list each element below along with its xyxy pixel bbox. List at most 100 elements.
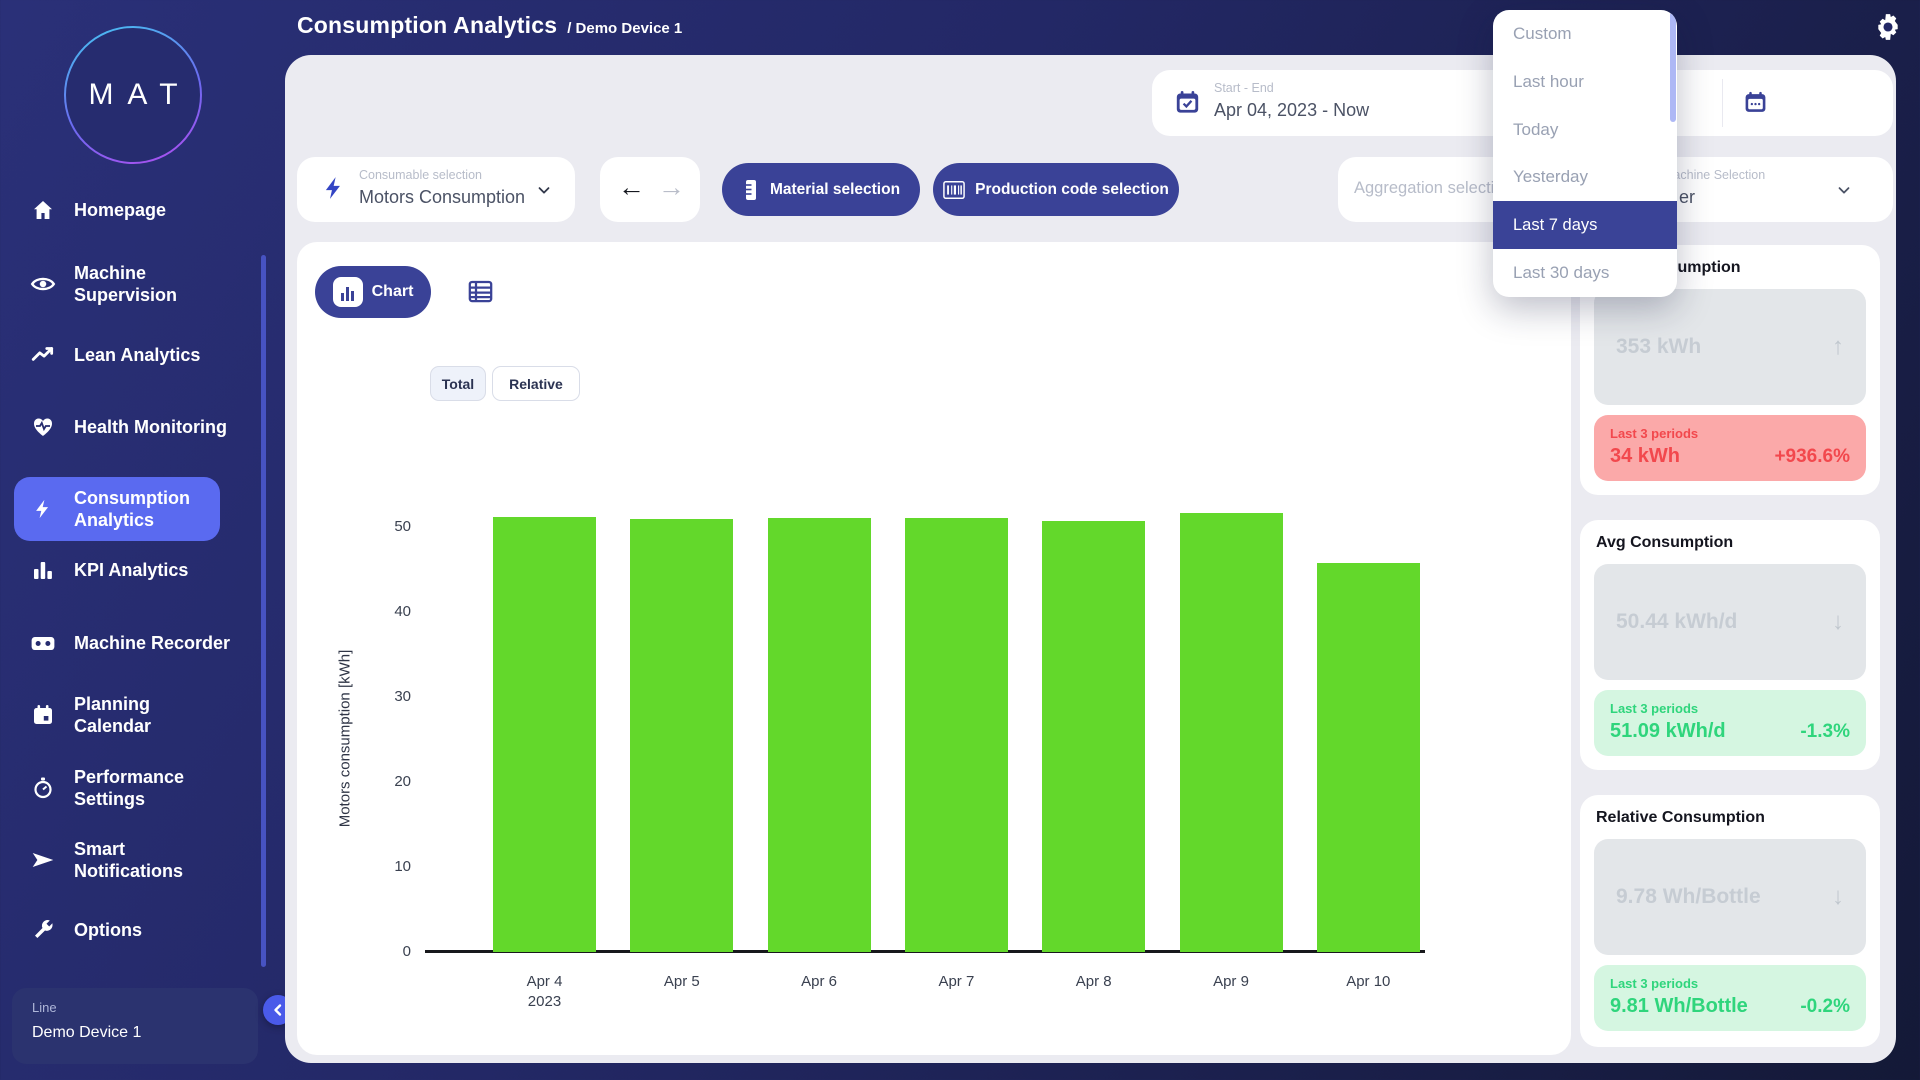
sidebar-scrollbar[interactable] (261, 255, 266, 967)
production-code-selection-button[interactable]: Production code selection (933, 163, 1179, 216)
barcode-icon (943, 180, 965, 200)
sidebar-item-planning-calendar[interactable]: Planning Calendar (30, 693, 244, 737)
recorder-icon (30, 630, 56, 656)
eye-icon (30, 271, 56, 297)
aggregation-selection-placeholder: Aggregation selection (1354, 179, 1513, 198)
dropdown-item-last-hour[interactable]: Last hour (1493, 58, 1677, 106)
bar-1[interactable] (493, 517, 596, 952)
sidebar-item-performance-settings[interactable]: Performance Settings (30, 766, 244, 810)
stat-title: Avg Consumption (1596, 534, 1733, 552)
sidebar-item-label: Machine Recorder (74, 632, 230, 654)
sidebar-item-machine-recorder[interactable]: Machine Recorder (30, 630, 244, 656)
dropdown-item-last-30-days[interactable]: Last 30 days (1493, 249, 1677, 297)
y-axis-tick: 40 (367, 603, 411, 620)
next-period-button[interactable]: → (658, 174, 685, 201)
x-axis-tick: Apr 7 (938, 972, 974, 992)
breadcrumb: / Demo Device 1 (567, 20, 682, 37)
consumable-selector-value: Motors Consumption (359, 187, 525, 208)
bar-6[interactable] (1180, 513, 1283, 952)
stat-period-label: Last 3 periods (1610, 701, 1698, 716)
home-icon (30, 197, 56, 223)
chart-view-label: Chart (372, 283, 414, 301)
machine-selector[interactable]: Machine Selection er (1649, 157, 1893, 222)
machine-selector-label: Machine Selection (1663, 168, 1765, 182)
stat-period-box: Last 3 periods 34 kWh +936.6% (1594, 415, 1866, 481)
stat-value-box: 9.78 Wh/Bottle (1594, 839, 1866, 955)
material-selection-button[interactable]: Material selection (722, 163, 920, 216)
dropdown-scrollbar[interactable] (1670, 12, 1676, 122)
machine-selector-value: er (1679, 187, 1695, 208)
sidebar-item-kpi-analytics[interactable]: KPI Analytics (30, 557, 244, 583)
lightning-icon (321, 175, 347, 206)
sidebar-item-label: Performance Settings (74, 766, 184, 810)
sidebar-item-smart-notifications[interactable]: Smart Notifications (30, 838, 244, 882)
stat-value: 50.44 kWh/d (1616, 610, 1737, 634)
sidebar-item-health-monitoring[interactable]: Health Monitoring (30, 414, 244, 440)
toggle-total[interactable]: Total (430, 366, 486, 401)
table-icon (467, 278, 494, 305)
sidebar-item-label: Machine Supervision (74, 262, 177, 306)
sidebar-item-label: Lean Analytics (74, 344, 200, 366)
logo-text: MAT (74, 78, 191, 112)
sidebar-item-label: Planning Calendar (74, 693, 151, 737)
stat-card-avg-consumption: Avg Consumption 50.44 kWh/d Last 3 perio… (1580, 520, 1880, 770)
bar-5[interactable] (1042, 521, 1145, 952)
x-axis-tick: Apr 4 2023 (527, 972, 563, 1012)
device-selector[interactable]: Line Demo Device 1 (12, 988, 258, 1064)
x-axis-tick: Apr 9 (1213, 972, 1249, 992)
dropdown-item-custom[interactable]: Custom (1493, 10, 1677, 58)
device-selector-value: Demo Device 1 (32, 1024, 141, 1042)
bar-7[interactable] (1317, 563, 1420, 952)
bar-2[interactable] (630, 519, 733, 953)
date-range-value[interactable]: Apr 04, 2023 - Now (1214, 100, 1369, 121)
bar-chart-icon (30, 557, 56, 583)
wrench-icon (30, 917, 56, 943)
period-nav: ← → (600, 157, 700, 222)
stat-title: Relative Consumption (1596, 809, 1765, 827)
dropdown-item-last-7-days[interactable]: Last 7 days (1493, 201, 1677, 249)
trend-line-icon (30, 342, 56, 368)
sidebar-item-machine-supervision[interactable]: Machine Supervision (30, 262, 244, 306)
settings-button[interactable] (1874, 13, 1902, 41)
consumable-selector[interactable]: Consumable selection Motors Consumption (297, 157, 575, 222)
chevron-left-icon (271, 1003, 285, 1017)
x-axis-tick: Apr 6 (801, 972, 837, 992)
production-code-selection-label: Production code selection (975, 181, 1169, 199)
divider (1722, 79, 1723, 127)
y-axis-tick: 50 (367, 518, 411, 535)
stat-period-box: Last 3 periods 9.81 Wh/Bottle -0.2% (1594, 965, 1866, 1031)
app-title: Consumption Analytics (297, 12, 557, 39)
send-icon (30, 847, 56, 873)
x-axis-tick: Apr 10 (1346, 972, 1390, 992)
sidebar-item-label: Consumption Analytics (74, 487, 190, 531)
bar-3[interactable] (768, 518, 871, 952)
gear-icon (1874, 13, 1902, 41)
stat-period-box: Last 3 periods 51.09 kWh/d -1.3% (1594, 690, 1866, 756)
calendar-check-icon (1174, 89, 1201, 121)
sidebar-item-consumption-analytics[interactable]: Consumption Analytics (14, 477, 220, 541)
stat-period-change: +936.6% (1774, 446, 1850, 468)
toggle-relative[interactable]: Relative (492, 366, 580, 401)
dropdown-item-yesterday[interactable]: Yesterday (1493, 153, 1677, 201)
stat-value-box: 353 kWh (1594, 289, 1866, 405)
previous-period-button[interactable]: ← (618, 174, 645, 201)
sidebar-item-options[interactable]: Options (30, 917, 244, 943)
sidebar-item-lean-analytics[interactable]: Lean Analytics (30, 342, 244, 368)
stat-value: 353 kWh (1616, 335, 1701, 359)
stopwatch-icon (30, 775, 56, 801)
toggle-total-label: Total (442, 376, 474, 392)
chart-view-button[interactable]: Chart (315, 266, 431, 318)
date-preset-button[interactable] (1743, 90, 1768, 120)
stat-period-value: 9.81 Wh/Bottle (1610, 995, 1748, 1018)
sidebar-item-label: Options (74, 919, 142, 941)
lightning-icon (30, 496, 56, 522)
dropdown-item-today[interactable]: Today (1493, 106, 1677, 154)
stat-card-relative-consumption: Relative Consumption 9.78 Wh/Bottle Last… (1580, 795, 1880, 1047)
bar-4[interactable] (905, 518, 1008, 952)
sidebar-item-homepage[interactable]: Homepage (30, 197, 244, 223)
y-axis-tick: 10 (367, 858, 411, 875)
stat-period-value: 34 kWh (1610, 445, 1680, 468)
device-selector-label: Line (32, 1000, 57, 1015)
table-view-button[interactable] (467, 278, 494, 305)
x-axis-tick: Apr 8 (1076, 972, 1112, 992)
